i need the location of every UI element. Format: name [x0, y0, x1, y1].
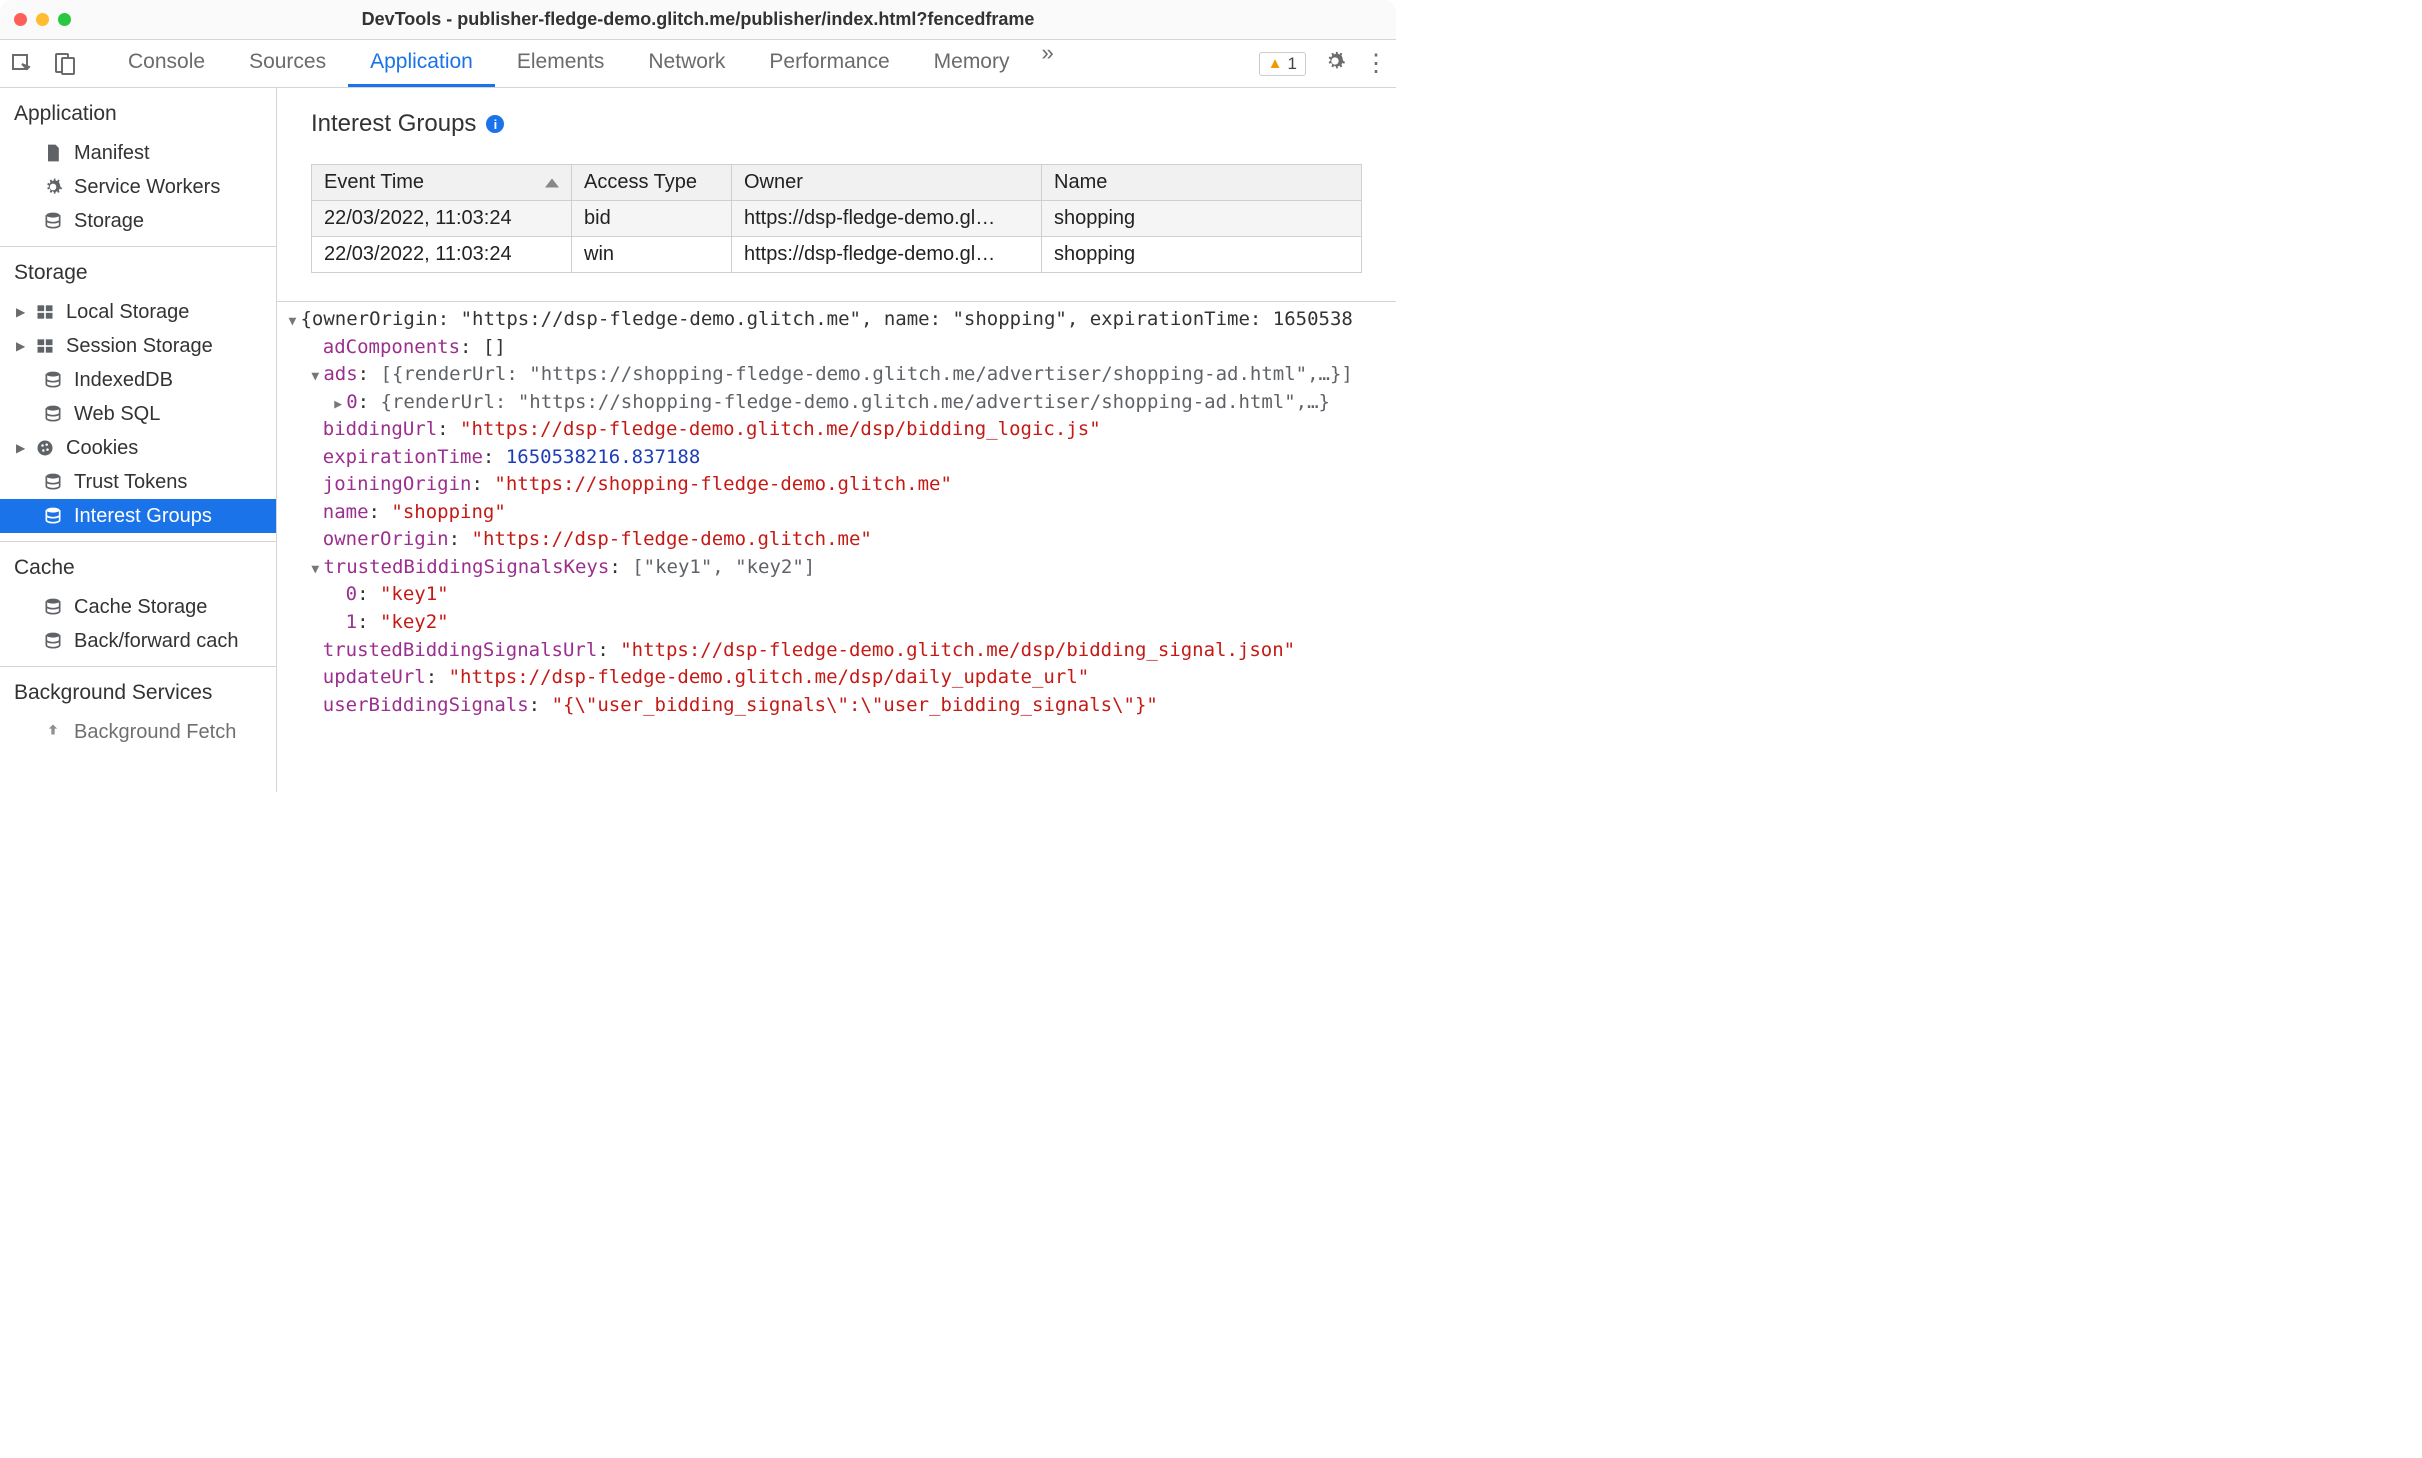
- sidebar-item-bfcache[interactable]: Back/forward cach: [0, 624, 276, 658]
- titlebar: DevTools - publisher-fledge-demo.glitch.…: [0, 0, 1396, 40]
- section-storage: Storage ▶ Local Storage ▶ Session Storag…: [0, 247, 276, 542]
- main-toolbar: Console Sources Application Elements Net…: [0, 40, 1396, 88]
- sidebar-item-label: Storage: [74, 210, 144, 233]
- upload-icon: [42, 721, 64, 743]
- database-icon: [42, 403, 64, 425]
- sidebar-item-background-fetch[interactable]: Background Fetch: [0, 715, 276, 749]
- more-tabs-button[interactable]: »: [1031, 40, 1063, 87]
- database-icon: [42, 505, 64, 527]
- col-access-type[interactable]: Access Type: [572, 165, 732, 201]
- sidebar-item-label: Local Storage: [66, 301, 189, 324]
- sidebar-item-cache-storage[interactable]: Cache Storage: [0, 590, 276, 624]
- inspect-element-icon[interactable]: [10, 52, 34, 76]
- sidebar-item-label: IndexedDB: [74, 369, 173, 392]
- settings-icon[interactable]: [1324, 50, 1346, 78]
- tab-application[interactable]: Application: [348, 40, 495, 87]
- sidebar-item-label: Cookies: [66, 437, 138, 460]
- issues-badge[interactable]: ▲ 1: [1259, 52, 1306, 76]
- devtools-window: DevTools - publisher-fledge-demo.glitch.…: [0, 0, 1396, 792]
- tab-elements[interactable]: Elements: [495, 40, 627, 87]
- col-event-time[interactable]: Event Time: [312, 165, 572, 201]
- sidebar-item-label: Manifest: [74, 142, 150, 165]
- zoom-window-button[interactable]: [58, 13, 71, 26]
- sidebar-item-label: Back/forward cach: [74, 630, 239, 653]
- disclosure-triangle-icon[interactable]: ▶: [16, 305, 24, 319]
- sidebar-item-websql[interactable]: Web SQL: [0, 397, 276, 431]
- cell-name: shopping: [1042, 201, 1362, 237]
- cell-time: 22/03/2022, 11:03:24: [312, 237, 572, 273]
- events-table: Event Time Access Type Owner Name 22/03/…: [311, 164, 1362, 273]
- sidebar-item-manifest[interactable]: Manifest: [0, 136, 276, 170]
- window-title: DevTools - publisher-fledge-demo.glitch.…: [362, 9, 1035, 30]
- info-icon[interactable]: i: [486, 115, 504, 133]
- database-icon: [42, 596, 64, 618]
- sidebar-item-label: Service Workers: [74, 176, 220, 199]
- panel-tabs: Console Sources Application Elements Net…: [106, 40, 1064, 87]
- cookie-icon: [34, 437, 56, 459]
- file-icon: [42, 142, 64, 164]
- cell-type: bid: [572, 201, 732, 237]
- device-toggle-icon[interactable]: [52, 52, 76, 76]
- section-cache: Cache Cache Storage Back/forward cach: [0, 542, 276, 667]
- sidebar-item-trust-tokens[interactable]: Trust Tokens: [0, 465, 276, 499]
- sidebar-item-label: Cache Storage: [74, 596, 207, 619]
- main-content: Interest Groups i Event Time Access Type…: [277, 88, 1396, 792]
- tab-console[interactable]: Console: [106, 40, 227, 87]
- grid-icon: [34, 301, 56, 323]
- section-heading: Background Services: [0, 675, 276, 715]
- cell-time: 22/03/2022, 11:03:24: [312, 201, 572, 237]
- database-icon: [42, 210, 64, 232]
- traffic-lights: [14, 13, 71, 26]
- col-owner[interactable]: Owner: [732, 165, 1042, 201]
- tab-memory[interactable]: Memory: [912, 40, 1032, 87]
- sidebar-item-interest-groups[interactable]: Interest Groups: [0, 499, 276, 533]
- disclosure-triangle-icon[interactable]: ▶: [16, 441, 24, 455]
- grid-icon: [34, 335, 56, 357]
- sidebar-item-local-storage[interactable]: ▶ Local Storage: [0, 295, 276, 329]
- kebab-menu-icon[interactable]: ⋮: [1364, 49, 1386, 78]
- minimize-window-button[interactable]: [36, 13, 49, 26]
- warning-count: 1: [1288, 54, 1297, 74]
- sidebar-item-indexeddb[interactable]: IndexedDB: [0, 363, 276, 397]
- sidebar-item-label: Trust Tokens: [74, 471, 187, 494]
- gear-icon: [42, 176, 64, 198]
- cell-type: win: [572, 237, 732, 273]
- cell-owner: https://dsp-fledge-demo.gl…: [732, 201, 1042, 237]
- sidebar: Application Manifest Service Workers Sto…: [0, 88, 277, 792]
- database-icon: [42, 630, 64, 652]
- database-icon: [42, 369, 64, 391]
- table-row[interactable]: 22/03/2022, 11:03:24 bid https://dsp-fle…: [312, 201, 1362, 237]
- sort-indicator-icon: [545, 178, 559, 187]
- database-icon: [42, 471, 64, 493]
- sidebar-item-label: Interest Groups: [74, 505, 212, 528]
- col-name[interactable]: Name: [1042, 165, 1362, 201]
- sidebar-item-service-workers[interactable]: Service Workers: [0, 170, 276, 204]
- cell-name: shopping: [1042, 237, 1362, 273]
- panel-title: Interest Groups: [311, 110, 476, 138]
- sidebar-item-label: Background Fetch: [74, 721, 236, 744]
- sidebar-item-storage[interactable]: Storage: [0, 204, 276, 238]
- sidebar-item-label: Web SQL: [74, 403, 160, 426]
- sidebar-item-session-storage[interactable]: ▶ Session Storage: [0, 329, 276, 363]
- panel-title-row: Interest Groups i: [311, 110, 1362, 138]
- tab-performance[interactable]: Performance: [747, 40, 911, 87]
- close-window-button[interactable]: [14, 13, 27, 26]
- disclosure-triangle-icon[interactable]: ▶: [16, 339, 24, 353]
- section-application: Application Manifest Service Workers Sto…: [0, 88, 276, 247]
- sidebar-item-label: Session Storage: [66, 335, 213, 358]
- object-inspector[interactable]: ▼{ownerOrigin: "https://dsp-fledge-demo.…: [277, 301, 1396, 792]
- sidebar-item-cookies[interactable]: ▶ Cookies: [0, 431, 276, 465]
- section-heading: Application: [0, 96, 276, 136]
- section-background-services: Background Services Background Fetch: [0, 667, 276, 757]
- tab-network[interactable]: Network: [626, 40, 747, 87]
- warning-icon: ▲: [1268, 55, 1283, 72]
- cell-owner: https://dsp-fledge-demo.gl…: [732, 237, 1042, 273]
- section-heading: Storage: [0, 255, 276, 295]
- tab-sources[interactable]: Sources: [227, 40, 348, 87]
- section-heading: Cache: [0, 550, 276, 590]
- table-row[interactable]: 22/03/2022, 11:03:24 win https://dsp-fle…: [312, 237, 1362, 273]
